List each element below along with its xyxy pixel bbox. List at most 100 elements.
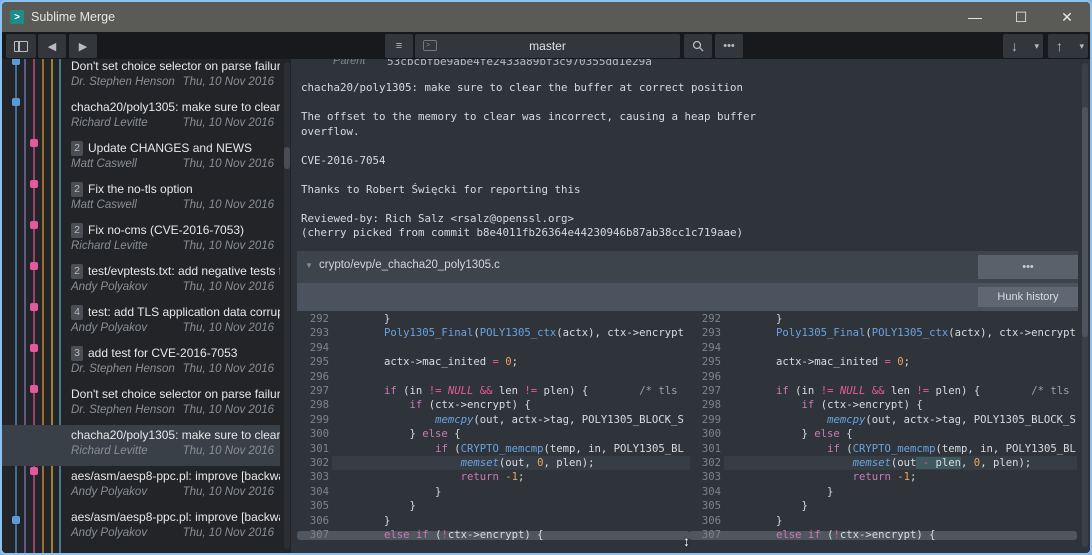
commit-row[interactable]: 2 Fix no-cms (CVE-2016-7053) Richard Levit… — [64, 220, 280, 261]
more-options-button[interactable]: ••• — [715, 34, 743, 58]
app-logo-icon: > — [10, 10, 24, 24]
commit-subject-text: Update CHANGES and NEWS — [88, 141, 253, 155]
code-text: } else { — [725, 428, 853, 441]
file-more-button[interactable]: ••• — [978, 255, 1078, 279]
commit-subject-text: Don't set choice selector on parse failu… — [71, 387, 280, 401]
resize-cursor-icon: ↕ — [683, 533, 690, 549]
commit-row[interactable]: chacha20/poly1305: make sure to clear th… — [64, 97, 280, 138]
commit-node[interactable] — [30, 303, 38, 311]
line-number: 305 — [309, 500, 329, 513]
commit-row-content: chacha20/poly1305: make sure to clear th… — [64, 425, 280, 466]
title-bar: > Sublime Merge — ☐ ✕ — [2, 2, 1090, 32]
commit-author: Andy Polyakov — [71, 281, 148, 293]
line-number: 301 — [309, 442, 329, 455]
commit-node[interactable] — [30, 467, 38, 475]
line-number: 307 — [701, 529, 721, 541]
commit-list-scrollbar[interactable] — [284, 62, 290, 549]
commit-row[interactable]: aes/asm/aesp8-ppc.pl: improve [backward]… — [64, 507, 280, 548]
diff-line: 306 } — [297, 514, 690, 528]
code-text: if (CRYPTO_memcmp(temp, in, POLY1305_BL — [827, 442, 1076, 455]
code-text: if (CRYPTO_memcmp(temp, in, POLY1305_BL — [435, 442, 684, 455]
push-dropdown-icon[interactable]: ▾ — [1079, 41, 1084, 52]
line-number: 292 — [309, 313, 329, 325]
commit-row-content: 2 Fix the no-tls option Matt Caswell Thu, 1… — [64, 179, 280, 220]
file-count-badge: 2 — [71, 181, 83, 197]
commit-row[interactable]: chacha20/poly1305: make sure to clear th… — [2, 425, 280, 466]
commit-subject-text: chacha20/poly1305: make sure to clear th… — [71, 100, 280, 114]
commit-row-content: 4 test: add TLS application data corrupti… — [64, 302, 280, 343]
collapse-arrow-icon[interactable]: ▼ — [305, 261, 313, 270]
pull-button[interactable]: ↓ ▾ — [1003, 34, 1043, 58]
commit-date: Thu, 10 Nov 2016 — [182, 158, 274, 170]
commit-row[interactable]: Don't set choice selector on parse failu… — [64, 384, 280, 425]
commit-node[interactable] — [12, 59, 20, 65]
diff-line: 304 } — [297, 485, 690, 499]
stash-button[interactable]: ≡ — [385, 34, 413, 58]
line-number: 302 — [309, 457, 329, 469]
commit-node[interactable] — [12, 98, 20, 106]
commit-node[interactable] — [12, 516, 20, 524]
diff-line: 307 else if (!ctx->encrypt) { — [689, 528, 1077, 542]
code-text: memset(out, 0, plen); — [460, 457, 595, 469]
code-text: if (ctx->encrypt) { — [409, 399, 531, 412]
commit-subject-text: Don't set choice selector on parse failu… — [71, 59, 280, 73]
maximize-button[interactable]: ☐ — [998, 2, 1044, 32]
line-number: 305 — [701, 500, 721, 513]
commit-row[interactable]: 4 test: add TLS application data corrupti… — [64, 302, 280, 343]
parent-hash[interactable]: 53cbcbfbe9abe4fe2433a89bf3c970355dd1e29a — [387, 59, 652, 68]
detail-scroll-thumb[interactable] — [1082, 107, 1088, 337]
commit-row[interactable]: 2 Fix the no-tls option Matt Caswell Thu, 1… — [64, 179, 280, 220]
commit-subject: 2 Update CHANGES and NEWS — [71, 139, 280, 157]
code-text: } else { — [333, 428, 461, 441]
search-button[interactable] — [684, 34, 712, 58]
app-window: > Sublime Merge — ☐ ✕ ◀ ▶ ≡ > master ••• — [0, 0, 1092, 555]
diff-line: 296 — [297, 370, 690, 384]
line-number: 301 — [701, 442, 721, 455]
commit-row[interactable]: Don't set choice selector on parse failu… — [64, 56, 280, 97]
commit-date: Thu, 10 Nov 2016 — [182, 527, 274, 539]
commit-row[interactable]: aes/asm/aesp8-ppc.pl: improve [backward]… — [64, 466, 280, 507]
forward-button[interactable]: ▶ — [69, 34, 97, 58]
commit-node[interactable] — [30, 385, 38, 393]
minimize-button[interactable]: — — [952, 2, 998, 32]
commit-subject-text: chacha20/poly1305: make sure to clear th… — [71, 428, 280, 442]
detail-scrollbar[interactable] — [1082, 63, 1088, 547]
pull-dropdown-icon[interactable]: ▾ — [1034, 41, 1039, 52]
commit-node[interactable] — [30, 139, 38, 147]
more-icon: ••• — [723, 40, 735, 52]
code-text: else if (!ctx->encrypt) { — [384, 529, 544, 541]
toolbar: ◀ ▶ ≡ > master ••• ↓ ▾ ↑ ▾ — [2, 32, 1090, 59]
commit-subject: chacha20/poly1305: make sure to clear th… — [71, 98, 280, 116]
commit-subject-text: Fix the no-tls option — [88, 182, 193, 196]
close-button[interactable]: ✕ — [1044, 2, 1090, 32]
file-path[interactable]: crypto/evp/e_chacha20_poly1305.c — [319, 259, 500, 271]
app-title: Sublime Merge — [31, 10, 116, 24]
commit-date: Thu, 10 Nov 2016 — [182, 445, 274, 457]
commit-author: Andy Polyakov — [71, 527, 148, 539]
commit-node[interactable] — [30, 262, 38, 270]
line-number: 302 — [701, 457, 721, 469]
commit-list-scroll-thumb[interactable] — [284, 147, 290, 169]
line-number: 300 — [309, 428, 329, 441]
push-button[interactable]: ↑ ▾ — [1048, 34, 1088, 58]
branch-selector[interactable]: > master — [415, 34, 680, 58]
commit-node[interactable] — [30, 221, 38, 229]
commit-row-content: 2 Update CHANGES and NEWS Matt Caswell Thu,… — [64, 138, 280, 179]
hunk-history-button[interactable]: Hunk history — [978, 287, 1078, 307]
commit-row[interactable]: 3 add test for CVE-2016-7053 Dr. Stephen H… — [64, 343, 280, 384]
commit-subject: 2 Fix no-cms (CVE-2016-7053) — [71, 221, 280, 239]
toggle-sidebar-button[interactable] — [6, 34, 36, 58]
back-button[interactable]: ◀ — [38, 34, 66, 58]
line-number: 306 — [701, 514, 721, 527]
code-text: Poly1305_Final(POLY1305_ctx(actx), ctx->… — [384, 327, 684, 340]
commit-node[interactable] — [30, 344, 38, 352]
commit-row[interactable]: 2 test/evptests.txt: add negative tests f… — [64, 261, 280, 302]
code-text: Poly1305_Final(POLY1305_ctx(actx), ctx->… — [776, 327, 1076, 340]
commit-row[interactable]: 2 Update CHANGES and NEWS Matt Caswell Thu,… — [64, 138, 280, 179]
commit-node[interactable] — [30, 180, 38, 188]
commit-message: chacha20/poly1305: make sure to clear th… — [301, 81, 757, 239]
commit-row-content: Don't set choice selector on parse failu… — [64, 384, 280, 425]
diff-line: 300 } else { — [689, 427, 1077, 441]
line-number: 293 — [309, 327, 329, 340]
diff-right-pane: 292 } 293 Poly1305_Final(POLY1305_ctx(act… — [689, 311, 1077, 553]
